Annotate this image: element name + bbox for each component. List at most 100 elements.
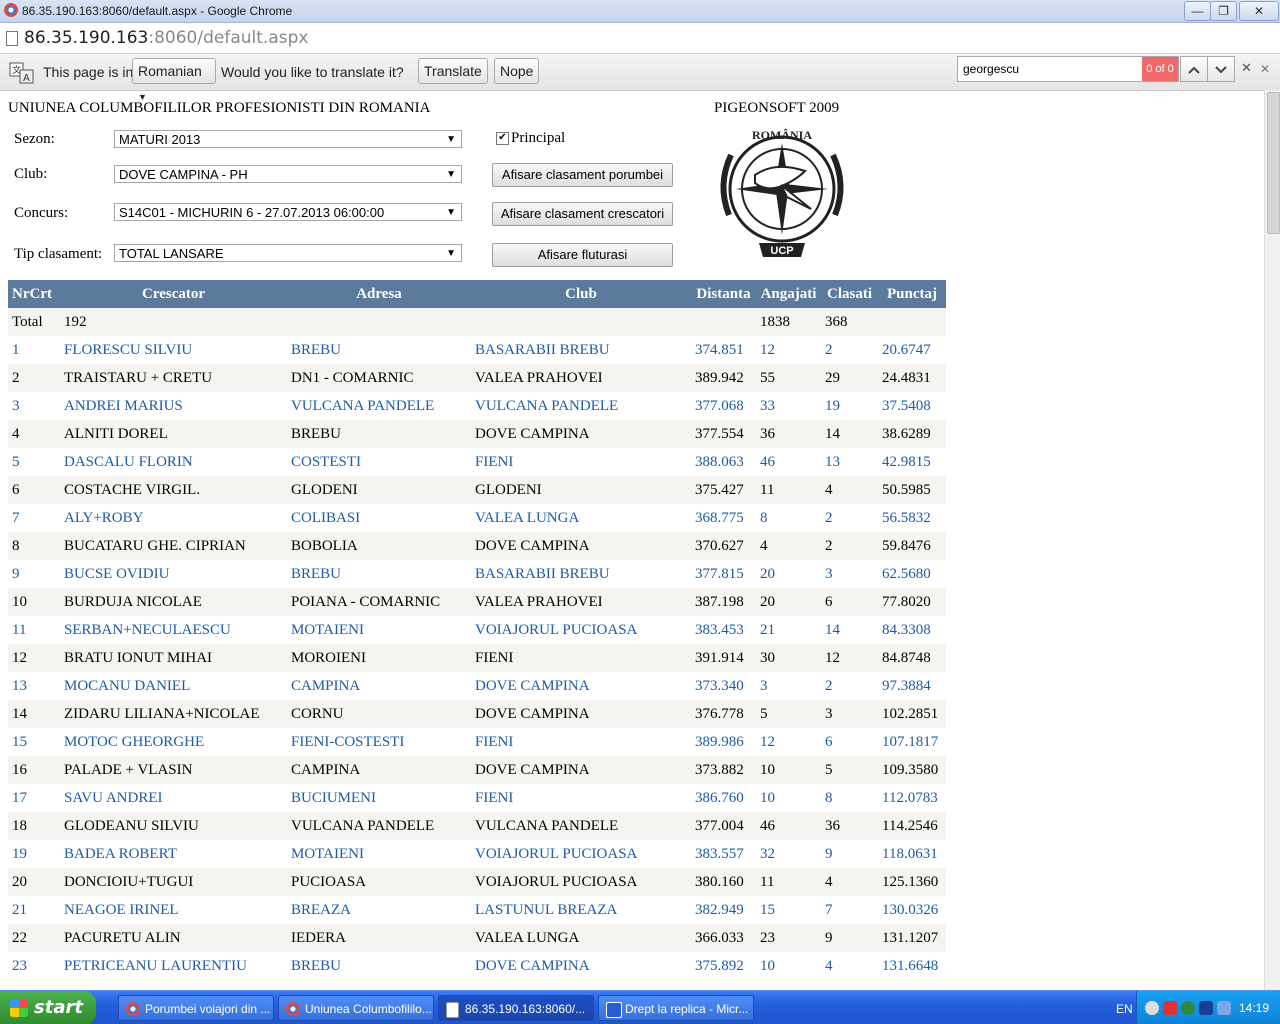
show-pigeon-ranking-button[interactable]: Afisare clasament porumbei [492,163,673,187]
cell-angajati[interactable]: 46 [756,448,821,476]
cell-club[interactable]: BASARABII BREBU [471,336,691,364]
taskbar-item[interactable]: Drept la replica - Micr... [598,995,754,1021]
scrollbar-thumb[interactable] [1267,92,1280,234]
table-row[interactable]: 23 PETRICEANU LAURENTIU BREBU DOVE CAMPINA 3… [8,952,946,980]
cell-angajati[interactable]: 20 [756,560,821,588]
cell-nrcrt[interactable]: 17 [8,784,60,812]
cell-distanta[interactable]: 377.815 [691,560,756,588]
find-bar[interactable]: georgescu 0 of 0 [957,56,1179,82]
cell-nrcrt[interactable]: 3 [8,392,60,420]
cell-nrcrt[interactable]: 15 [8,728,60,756]
table-row[interactable]: 5 DASCALU FLORIN COSTESTI FIENI 388.063 46 13 4… [8,448,946,476]
cell-distanta[interactable]: 373.340 [691,672,756,700]
table-row[interactable]: 13 MOCANU DANIEL CAMPINA DOVE CAMPINA 373.34… [8,672,946,700]
cell-crescator[interactable]: ALY+ROBY [60,504,287,532]
cell-club[interactable]: VULCANA PANDELE [471,392,691,420]
cell-punctaj[interactable]: 42.9815 [878,448,946,476]
cell-punctaj[interactable]: 20.6747 [878,336,946,364]
cell-clasati[interactable]: 2 [821,504,878,532]
cell-nrcrt[interactable]: 21 [8,896,60,924]
find-input[interactable]: georgescu [963,62,1019,76]
table-row[interactable]: 9 BUCSE OVIDIU BREBU BASARABII BREBU 377.815… [8,560,946,588]
find-previous-button[interactable] [1180,56,1208,82]
cell-angajati[interactable]: 8 [756,504,821,532]
table-row[interactable]: 1 FLORESCU SILVIU BREBU BASARABII BREBU 374.… [8,336,946,364]
cell-distanta[interactable]: 377.068 [691,392,756,420]
address-bar[interactable]: 86.35.190.163:8060/default.aspx [0,23,1280,54]
clock[interactable]: 14:19 [1239,1001,1269,1015]
cell-nrcrt[interactable]: 1 [8,336,60,364]
cell-punctaj[interactable]: 112.0783 [878,784,946,812]
cell-crescator[interactable]: DASCALU FLORIN [60,448,287,476]
cell-club[interactable]: BASARABII BREBU [471,560,691,588]
cell-crescator[interactable]: MOTOC GHEORGHE [60,728,287,756]
cell-adresa[interactable]: BREAZA [287,896,471,924]
cell-clasati[interactable]: 9 [821,840,878,868]
tip-clasament-select[interactable]: TOTAL LANSARE ▼ [114,244,462,262]
cell-nrcrt[interactable]: 13 [8,672,60,700]
taskbar-item-active[interactable]: 86.35.190.163:8060/... [438,995,594,1021]
cell-club[interactable]: VALEA LUNGA [471,504,691,532]
cell-distanta[interactable]: 375.892 [691,952,756,980]
cell-club[interactable]: FIENI [471,448,691,476]
restore-button[interactable]: ❐ [1210,1,1237,21]
cell-nrcrt[interactable]: 19 [8,840,60,868]
cell-club[interactable]: DOVE CAMPINA [471,672,691,700]
cell-clasati[interactable]: 2 [821,672,878,700]
cell-clasati[interactable]: 14 [821,616,878,644]
cell-clasati[interactable]: 3 [821,560,878,588]
club-select[interactable]: DOVE CAMPINA - PH ▼ [114,165,462,183]
window-title-bar[interactable]: 86.35.190.163:8060/default.aspx - Google… [0,0,1280,23]
cell-crescator[interactable]: NEAGOE IRINEL [60,896,287,924]
cell-crescator[interactable]: BUCSE OVIDIU [60,560,287,588]
cell-angajati[interactable]: 12 [756,728,821,756]
table-row[interactable]: 7 ALY+ROBY COLIBASI VALEA LUNGA 368.775 8 2 56.… [8,504,946,532]
cell-distanta[interactable]: 386.760 [691,784,756,812]
cell-angajati[interactable]: 21 [756,616,821,644]
cell-punctaj[interactable]: 107.1817 [878,728,946,756]
network-icon[interactable] [1199,1001,1213,1015]
find-next-button[interactable] [1207,56,1235,82]
cell-angajati[interactable]: 10 [756,952,821,980]
language-indicator[interactable]: EN [1116,1002,1133,1016]
table-row[interactable]: 3 ANDREI MARIUS VULCANA PANDELE VULCANA PAN… [8,392,946,420]
monitor-icon[interactable] [1217,1001,1231,1015]
cell-clasati[interactable]: 19 [821,392,878,420]
minimize-button[interactable]: — [1184,1,1211,21]
cell-crescator[interactable]: BADEA ROBERT [60,840,287,868]
show-fluturasi-button[interactable]: Afisare fluturasi [492,243,673,267]
cell-crescator[interactable]: FLORESCU SILVIU [60,336,287,364]
tray-expand-icon[interactable] [1145,1001,1159,1015]
cell-club[interactable]: VOIAJORUL PUCIOASA [471,840,691,868]
cell-angajati[interactable]: 3 [756,672,821,700]
cell-distanta[interactable]: 389.986 [691,728,756,756]
cell-club[interactable]: VOIAJORUL PUCIOASA [471,616,691,644]
table-row[interactable]: 11 SERBAN+NECULAESCU MOTAIENI VOIAJORUL PUC… [8,616,946,644]
sezon-select[interactable]: MATURI 2013 ▼ [114,130,462,148]
cell-crescator[interactable]: SAVU ANDREI [60,784,287,812]
cell-angajati[interactable]: 12 [756,336,821,364]
cell-distanta[interactable]: 368.775 [691,504,756,532]
cell-crescator[interactable]: PETRICEANU LAURENTIU [60,952,287,980]
cell-adresa[interactable]: COSTESTI [287,448,471,476]
url-text[interactable]: 86.35.190.163:8060/default.aspx [24,28,308,48]
cell-punctaj[interactable]: 130.0326 [878,896,946,924]
cell-adresa[interactable]: BUCIUMENI [287,784,471,812]
cell-punctaj[interactable]: 97.3884 [878,672,946,700]
cell-punctaj[interactable]: 62.5680 [878,560,946,588]
nope-button[interactable]: Nope [494,58,540,84]
cell-crescator[interactable]: ANDREI MARIUS [60,392,287,420]
acrobat-icon[interactable] [1163,1001,1177,1015]
cell-adresa[interactable]: BREBU [287,952,471,980]
cell-crescator[interactable]: SERBAN+NECULAESCU [60,616,287,644]
cell-punctaj[interactable]: 131.6648 [878,952,946,980]
cell-club[interactable]: FIENI [471,728,691,756]
cell-clasati[interactable]: 8 [821,784,878,812]
cell-punctaj[interactable]: 84.3308 [878,616,946,644]
cell-angajati[interactable]: 33 [756,392,821,420]
cell-adresa[interactable]: MOTAIENI [287,616,471,644]
cell-distanta[interactable]: 382.949 [691,896,756,924]
cell-nrcrt[interactable]: 9 [8,560,60,588]
cell-adresa[interactable]: FIENI-COSTESTI [287,728,471,756]
cell-angajati[interactable]: 10 [756,784,821,812]
